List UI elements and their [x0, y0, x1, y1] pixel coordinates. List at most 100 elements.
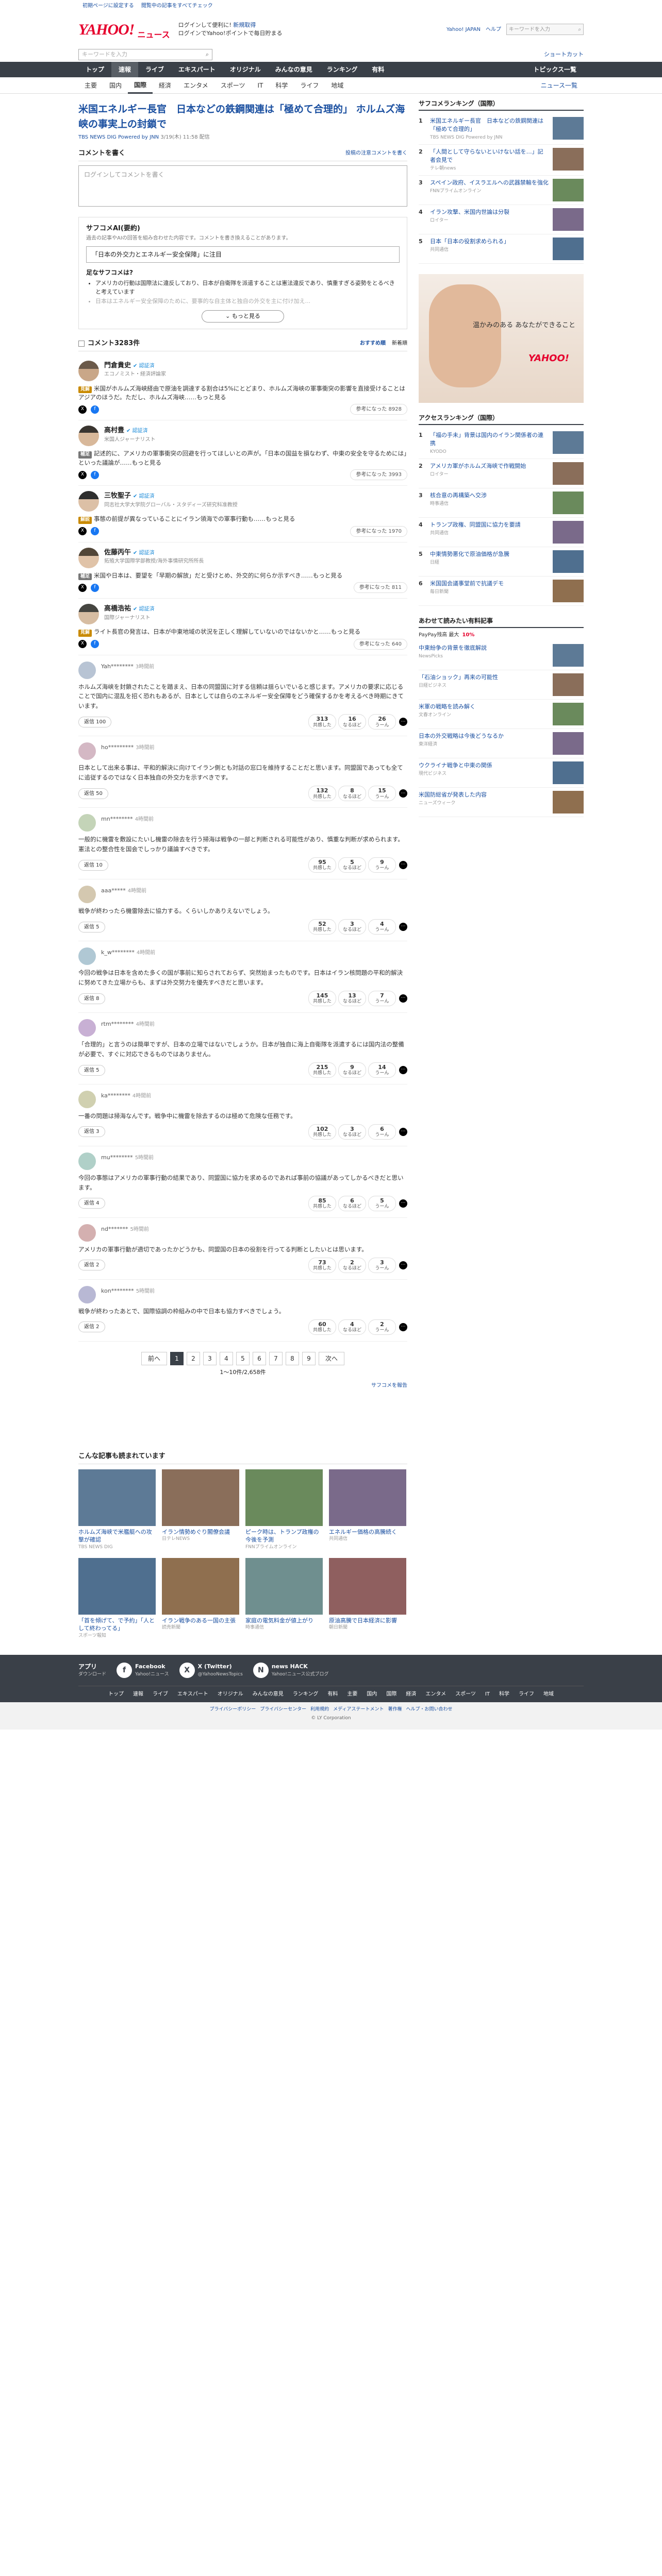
user-name[interactable]: aaa*****	[101, 887, 126, 894]
footer-link[interactable]: ライブ	[153, 1690, 168, 1698]
sidebar-item[interactable]: 2 「人間として守らないといけない話を…」記者会見で テレ朝news	[419, 145, 584, 176]
sidebar-item[interactable]: 1 米国エネルギー長官 日本などの鉄鋼関連は「極めて合理的」 TBS NEWS DI…	[419, 114, 584, 145]
expert-name[interactable]: 門倉貴史	[104, 362, 131, 369]
more-options-icon[interactable]: ⋯	[399, 1066, 407, 1075]
footer-bottom-link[interactable]: プライバシーポリシー	[209, 1706, 256, 1714]
news-search-input[interactable]: キーワードを入力 ⌕	[78, 49, 212, 60]
sidebar-item-title[interactable]: 中東情勢悪化で原油価格が急騰	[430, 551, 509, 557]
more-options-icon[interactable]: ⋯	[399, 718, 407, 726]
nav-breaking[interactable]: 速報	[111, 62, 139, 77]
facebook-share-icon[interactable]: f	[91, 640, 99, 648]
read-all-link[interactable]: 閲覧中の記事をすべてチェック	[141, 2, 213, 10]
more-options-icon[interactable]: ⋯	[399, 861, 407, 870]
expert-name[interactable]: 三牧聖子	[104, 492, 131, 500]
sidebar-item-title[interactable]: 日本の外交戦略は今後どうなるか	[419, 733, 504, 739]
more-options-icon[interactable]: ⋯	[399, 994, 407, 1003]
reply-button[interactable]: 返信 2	[78, 1260, 105, 1271]
user-name[interactable]: ho*********	[101, 744, 134, 751]
pager-page[interactable]: 1	[170, 1351, 184, 1365]
pager-next[interactable]: 次へ	[319, 1351, 344, 1365]
pager-page[interactable]: 4	[220, 1351, 233, 1365]
related-card[interactable]: ピーク時は、トランプ政権の今後を予測 FNNプライムオンライン	[245, 1469, 323, 1551]
yahoo-news-logo[interactable]: YAHOO! ニュース	[78, 18, 170, 41]
x-share-icon[interactable]: X	[78, 640, 87, 648]
sidebar-item[interactable]: 「石油ショック」再来の可能性 日経ビジネス	[419, 670, 584, 700]
user-name[interactable]: mu********	[101, 1154, 133, 1161]
pager-page[interactable]: 6	[253, 1351, 266, 1365]
pager-prev[interactable]: 前へ	[141, 1351, 167, 1365]
reaction-button[interactable]: 4 うーん	[368, 919, 396, 935]
footer-link[interactable]: ライフ	[519, 1690, 534, 1698]
reaction-button[interactable]: 9 うーん	[368, 857, 396, 873]
cat-sports[interactable]: スポーツ	[214, 77, 252, 94]
pager-page[interactable]: 8	[286, 1351, 299, 1365]
top-search-box[interactable]: キーワードを入力 ⌕	[506, 24, 584, 35]
avatar[interactable]	[78, 661, 96, 679]
sidebar-item[interactable]: 3 核合意の再構築へ交渉 時事通信	[419, 488, 584, 518]
reaction-button[interactable]: 3 うーん	[368, 1257, 396, 1273]
sidebar-item[interactable]: 5 日本「日本の役割求められる」 共同通信	[419, 234, 584, 264]
reaction-button[interactable]: 26 うーん	[368, 714, 396, 730]
pager-page[interactable]: 7	[269, 1351, 283, 1365]
reaction-button[interactable]: 15 うーん	[368, 786, 396, 802]
sidebar-item-title[interactable]: 「福の手未」背景は国内のイラン関係者の連携	[430, 432, 543, 447]
reaction-button[interactable]: 13 なるほど	[338, 991, 366, 1007]
newshack-link[interactable]: Nnews HACK Yahoo!ニュース公式ブログ	[253, 1663, 328, 1679]
sidebar-item[interactable]: ウクライナ戦争と中東の関係 現代ビジネス	[419, 758, 584, 788]
more-options-icon[interactable]: ⋯	[399, 1261, 407, 1269]
user-name[interactable]: rtm********	[101, 1021, 134, 1027]
article-title[interactable]: 米国エネルギー長官 日本などの鉄鋼関連は「極めて合理的」 ホルムズ海峡の事実上の…	[78, 102, 407, 131]
expert-body[interactable]: 米国や日本は、要望を「早期の解放」だと受けとめ、外交的に何らか示すべき……もっと…	[94, 572, 342, 579]
user-name[interactable]: ka********	[101, 1092, 130, 1099]
cat-entertainment[interactable]: エンタメ	[177, 77, 214, 94]
news-list-link[interactable]: ニュース一覧	[535, 77, 584, 94]
reaction-button[interactable]: 8 なるほど	[338, 786, 366, 802]
related-card[interactable]: 原油高騰で日本経済に影響 朝日新聞	[329, 1558, 406, 1639]
cat-domestic[interactable]: 国内	[103, 77, 128, 94]
sidebar-item-title[interactable]: 「人間として守らないといけない話を…」記者会見で	[430, 148, 543, 163]
pager-page[interactable]: 2	[187, 1351, 200, 1365]
related-card[interactable]: エネルギー価格の高騰続く 共同通信	[329, 1469, 406, 1551]
sidebar-item[interactable]: 2 アメリカ軍がホルムズ海峡で作戦開始 ロイター	[419, 459, 584, 488]
reaction-button[interactable]: 6 なるほど	[338, 1195, 366, 1211]
helpful-button[interactable]: 参考になった 640	[353, 638, 407, 650]
footer-link[interactable]: 国内	[367, 1690, 377, 1698]
avatar[interactable]	[78, 1091, 96, 1109]
nav-expert[interactable]: エキスパート	[171, 62, 223, 77]
facebook-share-icon[interactable]: f	[91, 405, 99, 414]
footer-link[interactable]: 国際	[386, 1690, 396, 1698]
reaction-button[interactable]: 3 なるほど	[338, 1124, 366, 1140]
footer-link[interactable]: エキスパート	[177, 1690, 208, 1698]
nav-topics-list[interactable]: トピックス一覧	[526, 62, 584, 77]
reaction-button[interactable]: 145 共感した	[308, 991, 336, 1007]
avatar[interactable]	[78, 947, 96, 965]
reply-button[interactable]: 返信 3	[78, 1126, 105, 1138]
reply-button[interactable]: 返信 5	[78, 1064, 105, 1076]
sidebar-item-title[interactable]: 米軍の戦略を読み解く	[419, 703, 475, 710]
set-homepage-link[interactable]: 初期ページに設定する	[82, 2, 134, 10]
pager-page[interactable]: 3	[203, 1351, 217, 1365]
footer-link[interactable]: ランキング	[293, 1690, 319, 1698]
sidebar-item-title[interactable]: イラン攻撃、米国内世論は分裂	[430, 209, 509, 215]
sidebar-item[interactable]: 日本の外交戦略は今後どうなるか 東洋経済	[419, 729, 584, 758]
footer-bottom-link[interactable]: 著作権	[388, 1706, 402, 1714]
sidebar-item[interactable]: 3 スペイン政府、イスラエルへの武器禁輸を強化 FNNプライムオンライン	[419, 176, 584, 205]
more-options-icon[interactable]: ⋯	[399, 789, 407, 798]
footer-link[interactable]: みんなの意見	[253, 1690, 284, 1698]
footer-bottom-link[interactable]: プライバシーセンター	[260, 1706, 306, 1714]
footer-link[interactable]: 有料	[327, 1690, 338, 1698]
more-options-icon[interactable]: ⋯	[399, 1199, 407, 1208]
reaction-button[interactable]: 60 共感した	[308, 1319, 336, 1335]
user-name[interactable]: Yah********	[101, 663, 134, 670]
reaction-button[interactable]: 4 なるほど	[338, 1319, 366, 1335]
nav-paid[interactable]: 有料	[365, 62, 391, 77]
user-name[interactable]: kon********	[101, 1287, 134, 1294]
sidebar-item[interactable]: 1 「福の手未」背景は国内のイラン関係者の連携 KYODO	[419, 428, 584, 459]
x-link[interactable]: XX (Twitter) @YahooNewsTopics	[179, 1663, 243, 1679]
footer-link[interactable]: IT	[485, 1690, 490, 1698]
related-card[interactable]: イラン戦争のある一国の主張 読売新聞	[162, 1558, 239, 1639]
reaction-button[interactable]: 2 なるほど	[338, 1257, 366, 1273]
related-card[interactable]: イラン情勢めぐり閣僚会議 日テレNEWS	[162, 1469, 239, 1551]
paypay-promo[interactable]: PayPay残高 最大 10%	[419, 631, 584, 639]
sidebar-item[interactable]: 6 米国国会議事堂前で抗議デモ 毎日新聞	[419, 577, 584, 606]
